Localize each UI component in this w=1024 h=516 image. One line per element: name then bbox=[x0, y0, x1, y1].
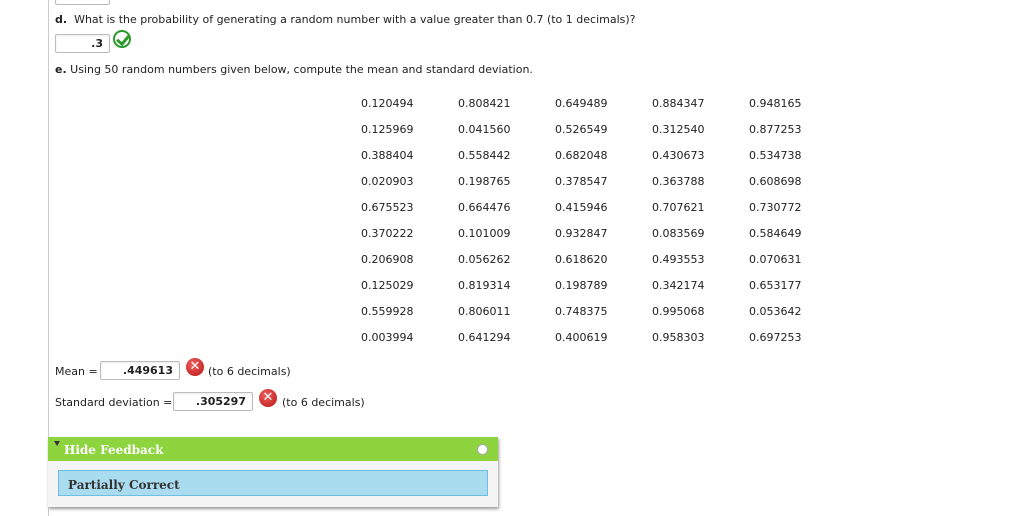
x-circle-icon: ✕ bbox=[186, 358, 204, 376]
table-cell: 0.125969 bbox=[361, 123, 414, 136]
table-cell: 0.584649 bbox=[749, 227, 802, 240]
table-cell: 0.995068 bbox=[652, 305, 705, 318]
feedback-status: Partially Correct bbox=[68, 478, 180, 492]
table-cell: 0.808421 bbox=[458, 97, 511, 110]
question-d-text: What is the probability of generating a … bbox=[74, 13, 636, 26]
table-cell: 0.664476 bbox=[458, 201, 511, 214]
table-cell: 0.120494 bbox=[361, 97, 414, 110]
question-d: d. What is the probability of generating… bbox=[55, 13, 636, 26]
sd-input[interactable]: .305297 bbox=[173, 392, 253, 411]
hide-feedback-label: Hide Feedback bbox=[64, 443, 164, 457]
feedback-panel: Hide Feedback Partially Correct bbox=[48, 437, 498, 507]
table-cell: 0.388404 bbox=[361, 149, 414, 162]
table-cell: 0.342174 bbox=[652, 279, 705, 292]
mean-hint: (to 6 decimals) bbox=[208, 365, 291, 378]
triangle-down-icon bbox=[54, 441, 60, 446]
table-cell: 0.958303 bbox=[652, 331, 705, 344]
table-cell: 0.675523 bbox=[361, 201, 414, 214]
question-e-letter: e. bbox=[55, 63, 67, 76]
question-d-letter: d. bbox=[55, 13, 68, 26]
table-cell: 0.053642 bbox=[749, 305, 802, 318]
table-cell: 0.101009 bbox=[458, 227, 511, 240]
table-cell: 0.932847 bbox=[555, 227, 608, 240]
table-cell: 0.534738 bbox=[749, 149, 802, 162]
table-cell: 0.653177 bbox=[749, 279, 802, 292]
mean-label: Mean = bbox=[55, 365, 98, 378]
table-cell: 0.041560 bbox=[458, 123, 511, 136]
table-cell: 0.020903 bbox=[361, 175, 414, 188]
table-cell: 0.400619 bbox=[555, 331, 608, 344]
table-cell: 0.003994 bbox=[361, 331, 414, 344]
table-cell: 0.707621 bbox=[652, 201, 705, 214]
table-cell: 0.430673 bbox=[652, 149, 705, 162]
table-cell: 0.819314 bbox=[458, 279, 511, 292]
table-cell: 0.056262 bbox=[458, 253, 511, 266]
table-cell: 0.806011 bbox=[458, 305, 511, 318]
table-cell: 0.884347 bbox=[652, 97, 705, 110]
table-cell: 0.415946 bbox=[555, 201, 608, 214]
table-cell: 0.493553 bbox=[652, 253, 705, 266]
question-d-answer-input[interactable]: .3 bbox=[55, 34, 110, 53]
sd-hint: (to 6 decimals) bbox=[282, 396, 365, 409]
table-cell: 0.948165 bbox=[749, 97, 802, 110]
table-cell: 0.198765 bbox=[458, 175, 511, 188]
table-cell: 0.198789 bbox=[555, 279, 608, 292]
table-cell: 0.378547 bbox=[555, 175, 608, 188]
table-cell: 0.206908 bbox=[361, 253, 414, 266]
feedback-status-box: Partially Correct bbox=[58, 470, 488, 496]
table-cell: 0.370222 bbox=[361, 227, 414, 240]
table-cell: 0.697253 bbox=[749, 331, 802, 344]
sd-label: Standard deviation = bbox=[55, 396, 173, 409]
check-circle-icon bbox=[113, 30, 131, 48]
hide-feedback-toggle[interactable]: Hide Feedback bbox=[48, 437, 498, 461]
table-cell: 0.526549 bbox=[555, 123, 608, 136]
table-cell: 0.363788 bbox=[652, 175, 705, 188]
table-cell: 0.641294 bbox=[458, 331, 511, 344]
table-cell: 0.682048 bbox=[555, 149, 608, 162]
question-e: e. Using 50 random numbers given below, … bbox=[55, 63, 533, 76]
table-cell: 0.618620 bbox=[555, 253, 608, 266]
table-cell: 0.649489 bbox=[555, 97, 608, 110]
table-cell: 0.558442 bbox=[458, 149, 511, 162]
table-cell: 0.083569 bbox=[652, 227, 705, 240]
circle-icon[interactable] bbox=[477, 444, 488, 455]
table-cell: 0.608698 bbox=[749, 175, 802, 188]
table-cell: 0.125029 bbox=[361, 279, 414, 292]
table-cell: 0.877253 bbox=[749, 123, 802, 136]
table-cell: 0.070631 bbox=[749, 253, 802, 266]
mean-input[interactable]: .449613 bbox=[100, 361, 180, 380]
table-cell: 0.730772 bbox=[749, 201, 802, 214]
x-circle-icon: ✕ bbox=[259, 389, 277, 407]
table-cell: 0.312540 bbox=[652, 123, 705, 136]
table-cell: 0.748375 bbox=[555, 305, 608, 318]
table-cell: 0.559928 bbox=[361, 305, 414, 318]
question-e-text: Using 50 random numbers given below, com… bbox=[70, 63, 533, 76]
previous-answer-input[interactable] bbox=[55, 0, 110, 5]
